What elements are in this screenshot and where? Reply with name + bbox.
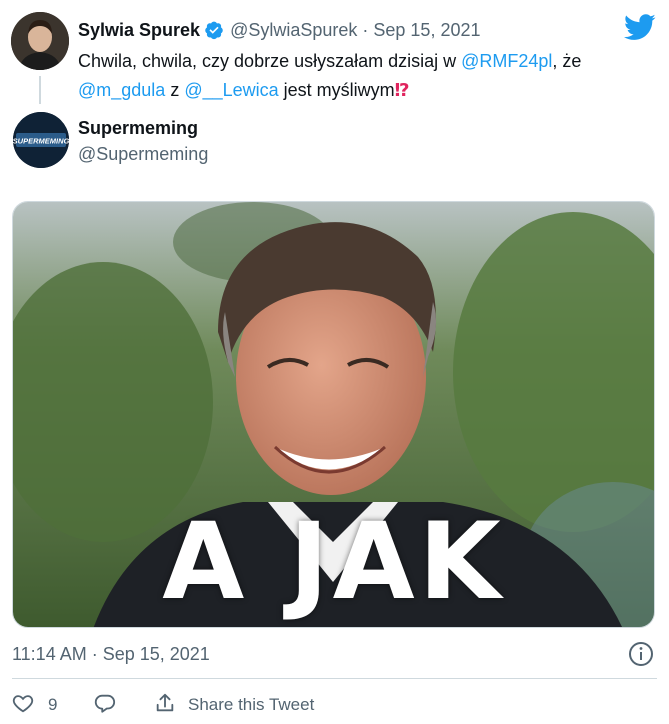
reply-bubble-icon xyxy=(94,692,116,719)
tweet-actions-bar: 9 Share this Tweet xyxy=(12,690,314,720)
reply-button[interactable] xyxy=(94,692,154,719)
avatar-sylwia-spurek[interactable] xyxy=(11,12,69,70)
mention-rmf24pl[interactable]: @RMF24pl xyxy=(461,51,552,71)
reply-author-name[interactable]: Supermeming xyxy=(78,118,198,139)
heart-icon xyxy=(12,692,48,719)
reply-author-handle[interactable]: @Supermeming xyxy=(78,144,208,165)
text-segment: , że xyxy=(552,51,582,71)
like-count: 9 xyxy=(48,695,58,714)
info-icon[interactable] xyxy=(628,641,654,667)
text-segment: z xyxy=(165,80,185,100)
share-icon xyxy=(154,692,188,719)
like-button[interactable]: 9 xyxy=(12,692,94,719)
handle-date-separator: · xyxy=(357,19,374,40)
twitter-bird-icon[interactable] xyxy=(624,14,656,41)
text-segment: Chwila, chwila, czy dobrze usłyszałam dz… xyxy=(78,51,462,71)
quoted-tweet-header: Sylwia Spurek @SylwiaSpurek · Sep 15, 20… xyxy=(78,18,481,42)
footer-divider xyxy=(12,678,657,679)
thread-connector-line xyxy=(39,76,41,104)
share-label: Share this Tweet xyxy=(188,695,315,714)
meme-caption-text: A JAK xyxy=(162,500,505,623)
tweet-timestamp[interactable]: 11:14 AM · Sep 15, 2021 xyxy=(12,644,210,665)
share-tweet-button[interactable]: Share this Tweet xyxy=(154,692,314,719)
text-segment: jest myśliwym xyxy=(278,80,395,100)
avatar-logo-text: SUPERMEMING xyxy=(13,137,69,146)
author-display-name[interactable]: Sylwia Spurek xyxy=(78,20,200,41)
avatar-supermeming[interactable]: SUPERMEMING xyxy=(13,112,69,168)
verified-badge-icon xyxy=(204,20,224,40)
mention-m-gdula[interactable]: @m_gdula xyxy=(78,80,165,100)
mention-lewica[interactable]: @__Lewica xyxy=(184,80,278,100)
interrobang-emoji: ⁉ xyxy=(394,80,410,100)
tweet-date[interactable]: Sep 15, 2021 xyxy=(373,20,480,41)
author-handle[interactable]: @SylwiaSpurek xyxy=(230,20,357,41)
tweet-media-image[interactable]: A JAK xyxy=(12,201,655,628)
quoted-tweet-text: Chwila, chwila, czy dobrze usłyszałam dz… xyxy=(78,47,648,105)
